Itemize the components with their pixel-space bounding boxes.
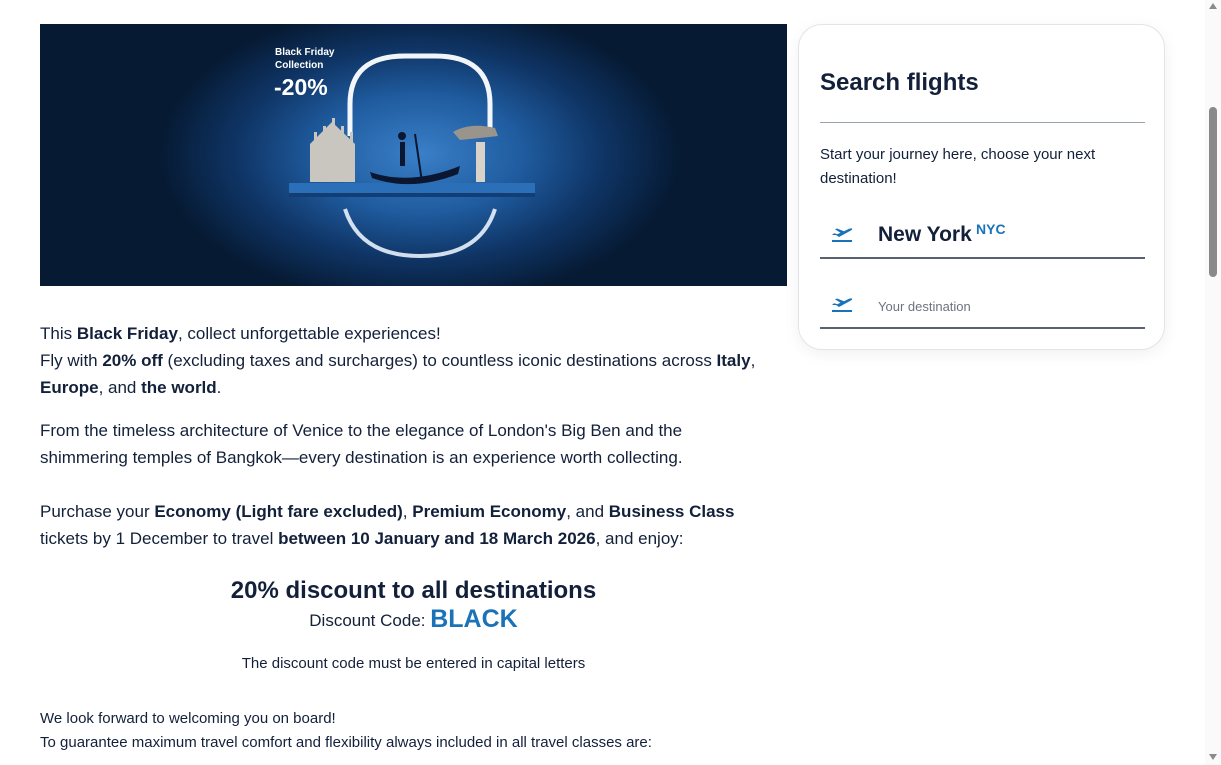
scroll-thumb[interactable] xyxy=(1209,107,1217,277)
origin-city: New York xyxy=(878,223,972,246)
panel-title: Search flights xyxy=(820,69,979,96)
panel-description: Start your journey here, choose your nex… xyxy=(820,146,1096,187)
closing-line-1: We look forward to welcoming you on boar… xyxy=(40,710,336,727)
banner-discount: -20% xyxy=(274,74,328,100)
intro-text-4: (excluding taxes and surcharges) to coun… xyxy=(162,351,717,370)
intro-text-1: This xyxy=(40,324,77,343)
search-flights-panel: Search flights Start your journey here, … xyxy=(798,24,1165,350)
intro-text-6: , and xyxy=(98,378,142,397)
origin-field[interactable]: New York NYC xyxy=(820,215,1145,259)
intro-text-2: , collect unforgettable experiences! xyxy=(177,324,441,343)
intro-bold-black-friday: Black Friday xyxy=(76,324,178,343)
intro-paragraph: This Black Friday, collect unforgettable… xyxy=(40,320,780,401)
scroll-up-arrow-icon[interactable] xyxy=(1209,3,1217,9)
conditions-text-3: , and xyxy=(566,502,609,521)
intro-bold-italy: Italy xyxy=(716,351,751,370)
hero-banner: Black Friday Collection -20% xyxy=(40,24,787,286)
intro-text-3: Fly with xyxy=(40,351,103,370)
page-scrollbar[interactable] xyxy=(1205,0,1221,765)
intro-bold-discount: 20% off xyxy=(102,351,163,370)
origin-code: NYC xyxy=(976,221,1006,237)
scroll-down-arrow-icon[interactable] xyxy=(1209,754,1217,760)
conditions-text-4: tickets by 1 December to travel xyxy=(40,529,279,548)
conditions-text-1: Purchase your xyxy=(40,502,155,521)
promo-note: The discount code must be entered in cap… xyxy=(241,655,586,672)
promo-title: 20% discount to all destinations xyxy=(230,577,597,604)
promo-code-value: BLACK xyxy=(430,605,518,633)
airplane-takeoff-icon xyxy=(832,228,853,242)
conditions-bold-dates: between 10 January and 18 March 2026 xyxy=(278,529,596,548)
destination-field xyxy=(820,285,1145,329)
banner-label-line2: Collection xyxy=(275,60,324,71)
intro-bold-world: the world xyxy=(141,378,217,397)
airplane-takeoff-icon xyxy=(832,298,853,312)
panel-divider xyxy=(820,122,1145,123)
intro-text-7: . xyxy=(216,378,222,397)
destinations-paragraph: From the timeless architecture of Venice… xyxy=(40,421,683,467)
promo-code-label: Discount Code: xyxy=(309,611,431,630)
conditions-paragraph: Purchase your Economy (Light fare exclud… xyxy=(40,498,780,552)
intro-bold-europe: Europe xyxy=(40,378,99,397)
conditions-bold-premium: Premium Economy xyxy=(412,502,567,521)
banner-label-line1: Black Friday xyxy=(275,47,335,58)
closing-line-2: To guarantee maximum travel comfort and … xyxy=(40,734,652,751)
conditions-bold-business: Business Class xyxy=(608,502,735,521)
banner-illustration xyxy=(289,53,535,259)
conditions-text-5: , and enjoy: xyxy=(595,529,684,548)
conditions-text-2: , xyxy=(402,502,413,521)
conditions-bold-economy: Economy (Light fare excluded) xyxy=(154,502,403,521)
intro-text-5: , xyxy=(750,351,756,370)
promo-code-row: Discount Code: BLACK xyxy=(40,605,787,634)
destination-input[interactable] xyxy=(876,291,1130,321)
